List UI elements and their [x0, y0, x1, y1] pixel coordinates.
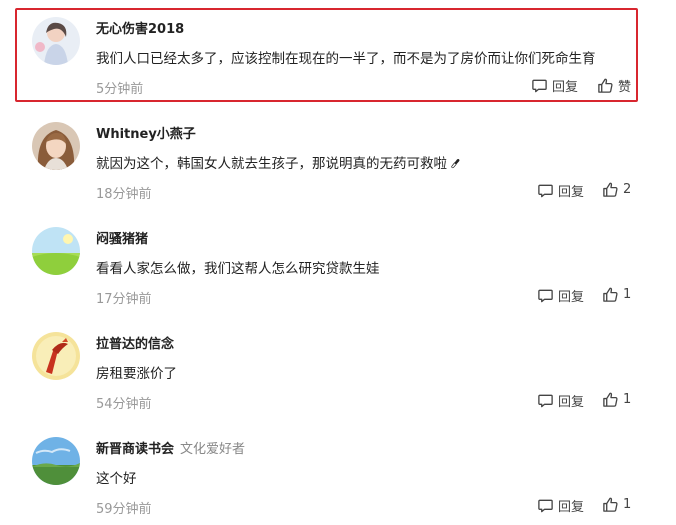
thumbs-up-icon	[603, 392, 618, 407]
comment-time: 54分钟前	[96, 397, 152, 412]
comment-text: 我们人口已经太多了，应该控制在现在的一半了，而不是为了房价而让你们死命生育	[96, 51, 596, 67]
comment-bubble-icon	[538, 394, 553, 408]
comment-time: 59分钟前	[96, 502, 152, 517]
like-button[interactable]: 1	[602, 391, 631, 408]
commenter-name[interactable]: 拉普达的信念	[96, 333, 174, 352]
reply-button[interactable]: 回复	[537, 181, 584, 200]
comment-item: 无心伤害2018 我们人口已经太多了，应该控制在现在的一半了，而不是为了房价而让…	[0, 0, 676, 105]
comment-bubble-icon	[532, 79, 547, 93]
capsule-emoji-icon	[451, 159, 460, 169]
avatar[interactable]	[32, 122, 80, 170]
comment-bubble-icon	[538, 184, 553, 198]
comment-text: 看看人家怎么做，我们这帮人怎么研究贷款生娃	[96, 261, 380, 277]
commenter-name[interactable]: 无心伤害2018	[96, 18, 184, 37]
reply-button[interactable]: 回复	[531, 76, 578, 95]
like-button[interactable]: 1	[602, 496, 631, 513]
reply-button[interactable]: 回复	[537, 286, 584, 305]
avatar[interactable]	[32, 332, 80, 380]
comment-text: 这个好	[96, 471, 137, 487]
like-button[interactable]: 2	[602, 181, 631, 198]
comment-time: 5分钟前	[96, 82, 144, 97]
comment-time: 17分钟前	[96, 292, 152, 307]
commenter-name[interactable]: Whitney小燕子	[96, 123, 196, 142]
avatar[interactable]	[32, 227, 80, 275]
comment-item: 新晋商读书会 文化爱好者 这个好 59分钟前 回复 1	[0, 420, 676, 525]
comment-item: 闷骚猪猪 看看人家怎么做，我们这帮人怎么研究贷款生娃 17分钟前 回复 1	[0, 210, 676, 315]
comment-time: 18分钟前	[96, 187, 152, 202]
thumbs-up-icon	[603, 182, 618, 197]
comment-bubble-icon	[538, 289, 553, 303]
thumbs-up-icon	[603, 287, 618, 302]
comment-text: 就因为这个，韩国女人就去生孩子，那说明真的无药可救啦	[96, 152, 461, 172]
avatar[interactable]	[32, 437, 80, 485]
user-badge: 文化爱好者	[180, 442, 246, 457]
reply-button[interactable]: 回复	[537, 391, 584, 410]
commenter-name[interactable]: 新晋商读书会 文化爱好者	[96, 438, 245, 457]
thumbs-up-icon	[598, 78, 613, 93]
comment-item: 拉普达的信念 房租要涨价了 54分钟前 回复 1	[0, 315, 676, 420]
like-button[interactable]: 1	[602, 286, 631, 303]
avatar[interactable]	[32, 17, 80, 65]
thumbs-up-icon	[603, 497, 618, 512]
comment-text: 房租要涨价了	[96, 366, 177, 382]
like-button[interactable]: 赞	[597, 76, 631, 95]
reply-button[interactable]: 回复	[537, 496, 584, 515]
comment-bubble-icon	[538, 499, 553, 513]
commenter-name[interactable]: 闷骚猪猪	[96, 228, 148, 247]
comment-item: Whitney小燕子 就因为这个，韩国女人就去生孩子，那说明真的无药可救啦 18…	[0, 105, 676, 210]
